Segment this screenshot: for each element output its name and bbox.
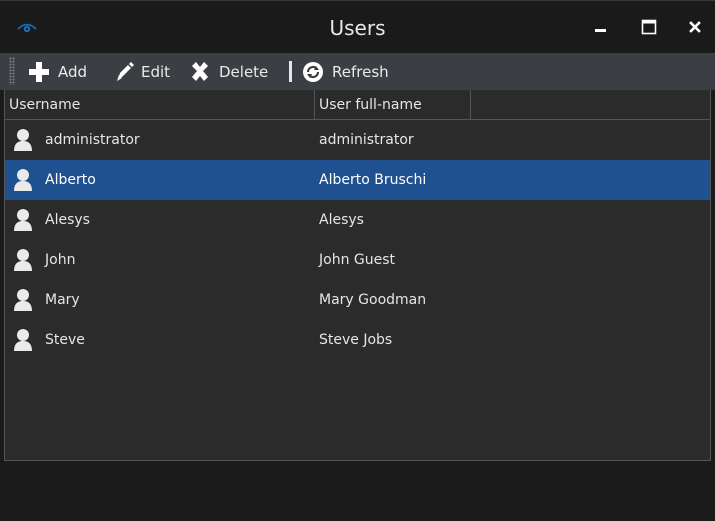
table-row[interactable]: Steve Steve Jobs xyxy=(5,320,710,360)
cell-fullname: Alberto Bruschi xyxy=(319,172,427,188)
username-text: administrator xyxy=(45,132,140,148)
pencil-icon xyxy=(117,62,134,81)
toolbar-grip[interactable] xyxy=(9,57,15,85)
cell-username: Alesys xyxy=(5,200,90,240)
user-icon xyxy=(14,129,32,151)
cell-fullname: Mary Goodman xyxy=(319,292,427,308)
username-text: Steve xyxy=(45,332,85,348)
refresh-button[interactable]: Refresh xyxy=(301,59,389,85)
column-header-username[interactable]: Username xyxy=(5,90,315,120)
close-icon[interactable] xyxy=(683,15,707,39)
user-icon xyxy=(14,169,32,191)
cell-username: Alberto xyxy=(5,160,96,200)
table-row[interactable]: administrator administrator xyxy=(5,120,710,160)
user-icon xyxy=(14,209,32,231)
table-row[interactable]: John John Guest xyxy=(5,240,710,280)
delete-button[interactable]: Delete xyxy=(188,59,268,85)
x-delete-icon xyxy=(192,62,208,81)
users-window: Users Add Edit Delete Refresh Username U… xyxy=(0,0,715,521)
cell-username: John xyxy=(5,240,75,280)
edit-button-label: Edit xyxy=(141,63,171,81)
cell-username: Mary xyxy=(5,280,80,320)
cell-username: administrator xyxy=(5,120,140,160)
add-button-label: Add xyxy=(58,63,88,81)
cell-fullname: Alesys xyxy=(319,212,364,228)
table-row[interactable]: Alesys Alesys xyxy=(5,200,710,240)
user-icon xyxy=(14,289,32,311)
window-footer xyxy=(0,461,715,521)
username-text: John xyxy=(45,252,76,268)
toolbar-separator xyxy=(289,61,292,82)
username-text: Alberto xyxy=(45,172,96,188)
toolbar: Add Edit Delete Refresh xyxy=(0,53,715,90)
table-row-selected[interactable]: Alberto Alberto Bruschi xyxy=(5,160,710,200)
column-header-fullname[interactable]: User full-name xyxy=(315,90,471,120)
user-icon xyxy=(14,249,32,271)
minimize-icon[interactable] xyxy=(589,15,613,39)
cell-fullname: administrator xyxy=(319,132,414,148)
username-text: Mary xyxy=(45,292,80,308)
delete-button-label: Delete xyxy=(219,63,269,81)
cell-fullname: John Guest xyxy=(319,252,396,268)
cell-fullname: Steve Jobs xyxy=(319,332,393,348)
refresh-button-label: Refresh xyxy=(332,63,389,81)
user-icon xyxy=(14,329,32,351)
plus-icon xyxy=(29,62,49,82)
cell-username: Steve xyxy=(5,320,85,360)
add-button[interactable]: Add xyxy=(27,59,87,85)
edit-button[interactable]: Edit xyxy=(114,59,170,85)
users-table: Username User full-name administrator ad… xyxy=(4,90,711,461)
table-row[interactable]: Mary Mary Goodman xyxy=(5,280,710,320)
username-text: Alesys xyxy=(45,212,90,228)
refresh-icon xyxy=(303,62,323,82)
title-bar[interactable]: Users xyxy=(0,0,715,54)
table-header: Username User full-name xyxy=(5,90,710,120)
maximize-icon[interactable] xyxy=(637,15,661,39)
